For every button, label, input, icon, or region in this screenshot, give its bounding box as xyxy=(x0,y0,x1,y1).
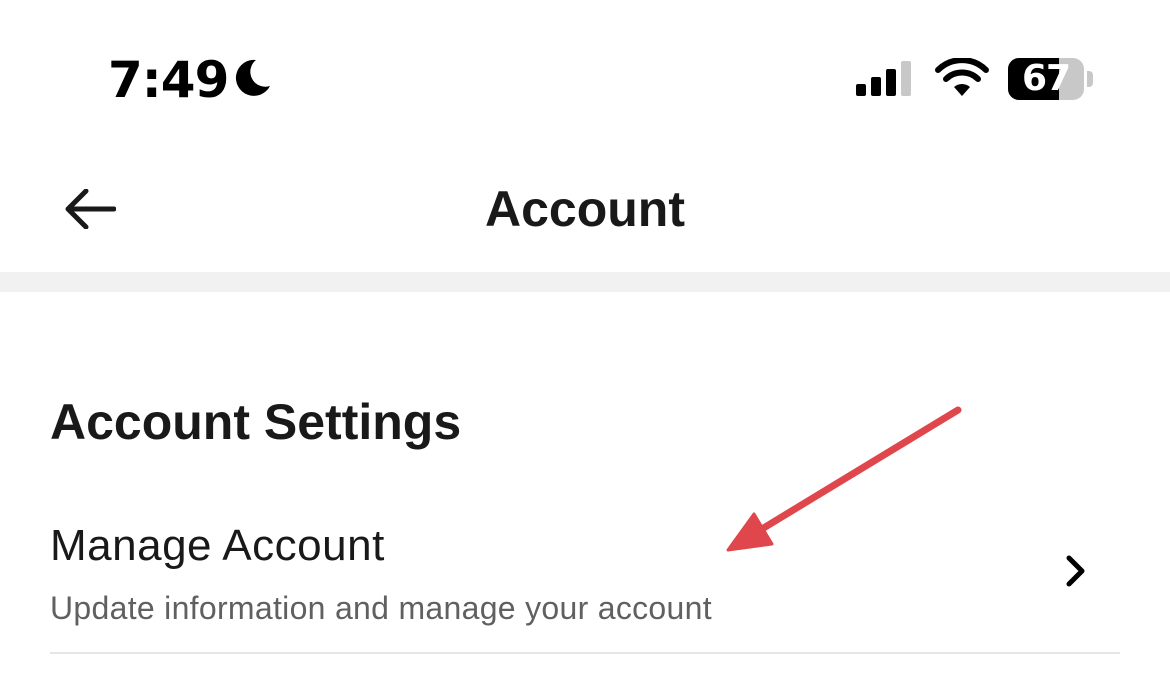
manage-account-row[interactable]: Manage Account Update information and ma… xyxy=(50,510,1120,652)
cellular-signal-icon xyxy=(856,61,911,96)
page-title: Account xyxy=(485,181,685,237)
section-title: Account Settings xyxy=(50,394,462,450)
battery-indicator: 67 xyxy=(1008,58,1094,100)
header-divider xyxy=(0,272,1170,292)
battery-body: 67 xyxy=(1008,58,1084,100)
account-screen: 7:49 67 Account Account Settings Manage … xyxy=(0,0,1170,678)
status-bar: 7:49 67 xyxy=(0,0,1170,150)
wifi-icon xyxy=(935,58,989,96)
manage-account-title: Manage Account xyxy=(50,521,385,570)
manage-account-subtitle: Update information and manage your accou… xyxy=(50,590,712,626)
chevron-right-icon xyxy=(1066,555,1085,587)
moon-icon xyxy=(235,59,270,96)
row-divider xyxy=(50,652,1120,654)
status-time: 7:49 xyxy=(108,51,229,109)
battery-cap xyxy=(1087,71,1093,87)
battery-level-text: 67 xyxy=(1021,58,1071,99)
nav-bar: Account xyxy=(0,150,1170,272)
